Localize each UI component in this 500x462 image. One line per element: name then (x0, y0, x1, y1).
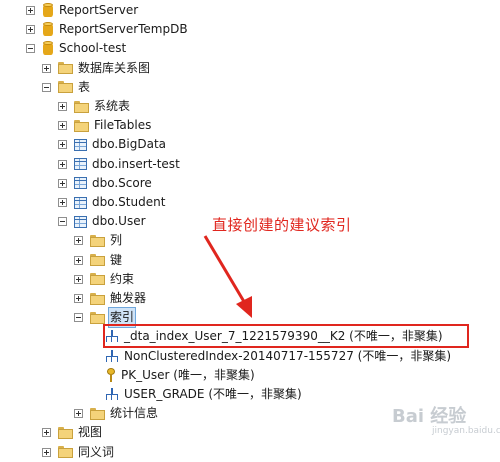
annotation-text: 直接创建的建议索引 (212, 216, 352, 234)
watermark-url: jingyan.baidu.com (432, 426, 500, 436)
watermark-logo: Bai 经验 (392, 406, 467, 427)
watermark: Bai 经验 jingyan.baidu.com (392, 396, 500, 442)
